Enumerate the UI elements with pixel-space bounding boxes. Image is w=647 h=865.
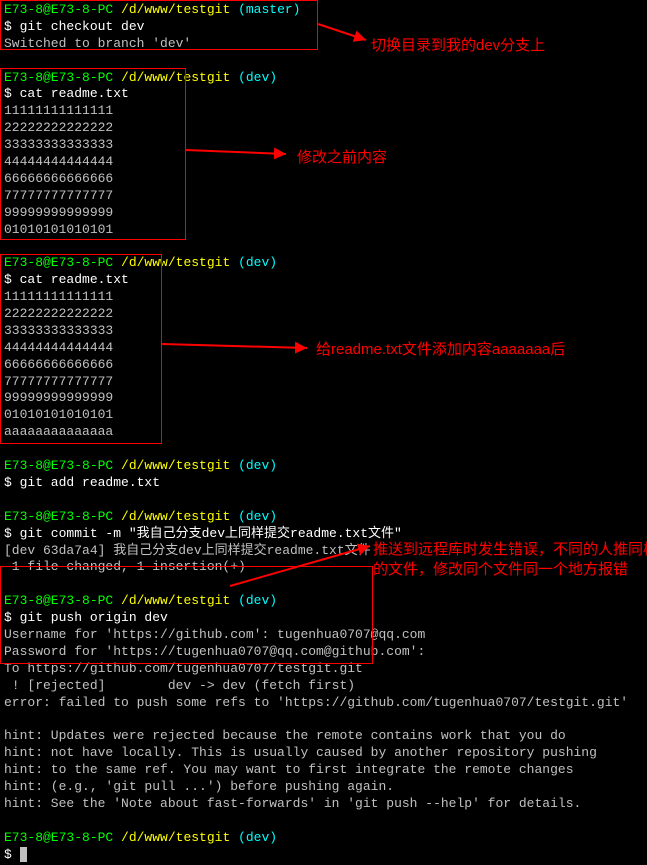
annotation-text: 修改之前内容	[297, 148, 387, 168]
prompt-line: E73-8@E73-8-PC /d/www/testgit (dev)	[4, 70, 643, 87]
output-line: Username for 'https://github.com': tugen…	[4, 627, 643, 644]
output-line: Switched to branch 'dev'	[4, 36, 643, 53]
terminal-window[interactable]: E73-8@E73-8-PC /d/www/testgit (master) $…	[0, 0, 647, 865]
output-line: 99999999999999	[4, 390, 643, 407]
prompt-line: E73-8@E73-8-PC /d/www/testgit (dev)	[4, 830, 643, 847]
command-line: $ git add readme.txt	[4, 475, 643, 492]
output-line: 11111111111111	[4, 103, 643, 120]
hint-line: hint: (e.g., 'git pull ...') before push…	[4, 779, 643, 796]
output-line: error: failed to push some refs to 'http…	[4, 695, 643, 712]
output-line: 77777777777777	[4, 188, 643, 205]
output-line: aaaaaaaaaaaaaa	[4, 424, 643, 441]
output-line: 22222222222222	[4, 120, 643, 137]
command-line: $ cat readme.txt	[4, 272, 643, 289]
prompt-line: E73-8@E73-8-PC /d/www/testgit (dev)	[4, 255, 643, 272]
output-line: To https://github.com/tugenhua0707/testg…	[4, 661, 643, 678]
output-line: 01010101010101	[4, 407, 643, 424]
command-line: $ cat readme.txt	[4, 86, 643, 103]
command-line: $ git push origin dev	[4, 610, 643, 627]
output-line: 66666666666666	[4, 171, 643, 188]
output-line: 11111111111111	[4, 289, 643, 306]
prompt-line: E73-8@E73-8-PC /d/www/testgit (dev)	[4, 593, 643, 610]
output-line: 77777777777777	[4, 374, 643, 391]
hint-line: hint: to the same ref. You may want to f…	[4, 762, 643, 779]
output-line: ! [rejected] dev -> dev (fetch first)	[4, 678, 643, 695]
annotation-text: 推送到远程库时发生错误，不同的人推同样 的文件，修改同个文件同一个地方报错	[373, 540, 647, 579]
hint-line: hint: not have locally. This is usually …	[4, 745, 643, 762]
prompt-line: E73-8@E73-8-PC /d/www/testgit (dev)	[4, 458, 643, 475]
output-line: 99999999999999	[4, 205, 643, 222]
hint-line: hint: See the 'Note about fast-forwards'…	[4, 796, 643, 813]
prompt-line: E73-8@E73-8-PC /d/www/testgit (master)	[4, 2, 643, 19]
annotation-text: 给readme.txt文件添加内容aaaaaaa后	[316, 340, 565, 360]
output-line: 33333333333333	[4, 323, 643, 340]
annotation-text: 切换目录到我的dev分支上	[371, 36, 545, 56]
output-line: 22222222222222	[4, 306, 643, 323]
prompt-line: E73-8@E73-8-PC /d/www/testgit (dev)	[4, 509, 643, 526]
output-line: 01010101010101	[4, 222, 643, 239]
command-line[interactable]: $	[4, 847, 643, 864]
output-line: Password for 'https://tugenhua0707@qq.co…	[4, 644, 643, 661]
hint-line: hint: Updates were rejected because the …	[4, 728, 643, 745]
command-line: $ git checkout dev	[4, 19, 643, 36]
